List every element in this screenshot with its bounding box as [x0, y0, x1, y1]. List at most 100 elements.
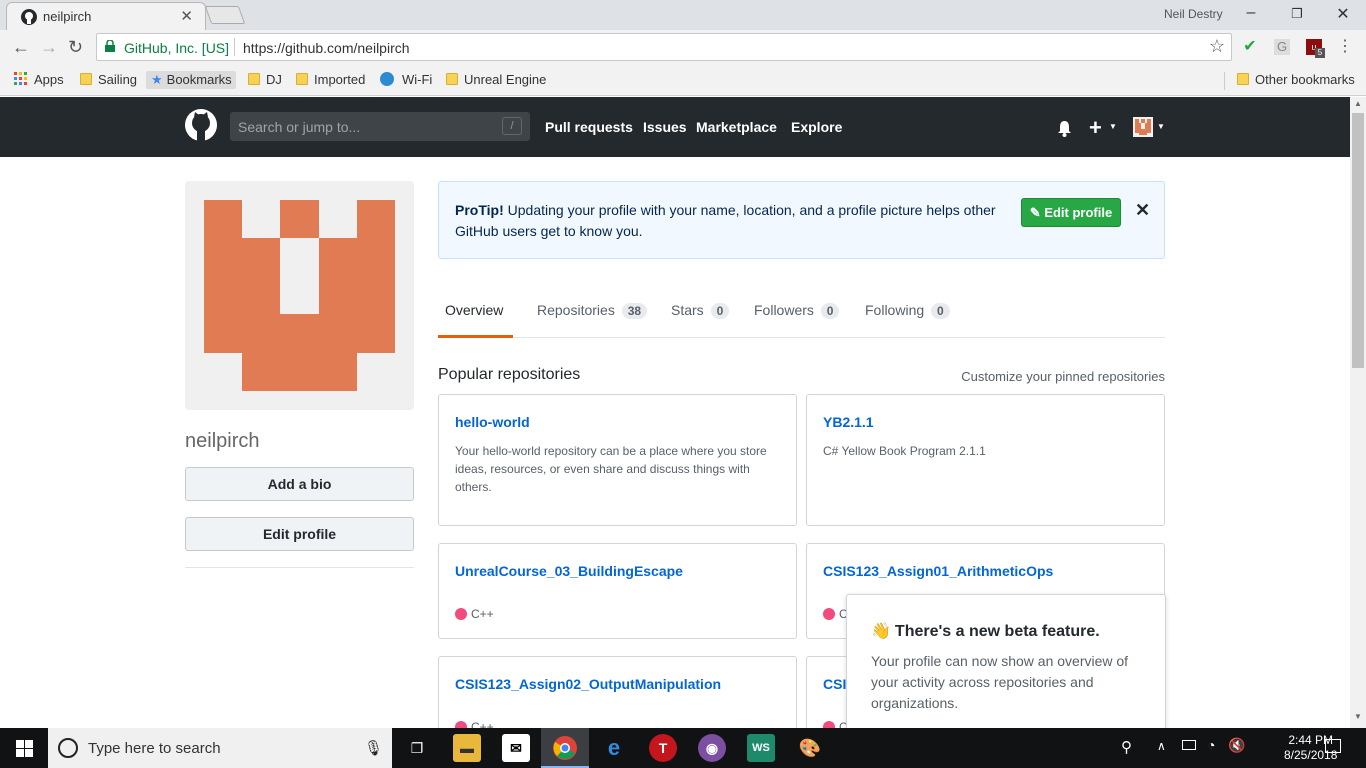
battery-icon[interactable]: [1182, 740, 1196, 750]
repo-name-link[interactable]: YB2.1.1: [823, 414, 874, 430]
tab-following[interactable]: Following 0: [865, 302, 950, 319]
paint-icon[interactable]: 🎨: [796, 734, 824, 762]
microphone-icon[interactable]: 🎙: [364, 739, 383, 757]
bookmark-apps[interactable]: Apps: [14, 71, 64, 89]
protip-text: ProTip! Updating your profile with your …: [455, 200, 1015, 242]
popular-repos-heading: Popular repositories: [438, 366, 581, 383]
bookmarks-divider: [1224, 72, 1225, 90]
windows-start-icon[interactable]: [16, 740, 33, 757]
nav-marketplace[interactable]: Marketplace: [696, 119, 777, 135]
github-octocat-icon[interactable]: [185, 109, 217, 141]
sidebar-divider: [185, 567, 414, 568]
user-avatar-icon[interactable]: [1133, 117, 1153, 137]
webstorm-icon[interactable]: WS: [747, 734, 775, 762]
bookmark-label: Wi-Fi: [402, 72, 433, 87]
restore-icon[interactable]: ❐: [1287, 6, 1307, 22]
repo-name-link[interactable]: hello-world: [455, 414, 530, 430]
repo-card: hello-world Your hello-world repository …: [438, 394, 797, 526]
grammarly-extension-icon[interactable]: G: [1274, 39, 1290, 55]
tab-close-icon[interactable]: ✕: [180, 7, 193, 25]
reload-icon[interactable]: ↻: [68, 37, 83, 58]
tab-counter: 0: [710, 303, 730, 319]
search-box[interactable]: /: [230, 112, 530, 141]
bookmark-label: Unreal Engine: [464, 72, 547, 87]
bookmark-dj[interactable]: DJ: [248, 71, 282, 89]
bookmark-imported[interactable]: Imported: [296, 71, 365, 89]
bookmarks-bar: Apps Sailing ★ Bookmarks DJ Imported Wi-F…: [0, 64, 1366, 96]
tab-overview[interactable]: Overview: [445, 302, 503, 318]
profile-avatar[interactable]: [185, 181, 414, 410]
page-scrollbar[interactable]: ▲ ▼: [1350, 97, 1366, 728]
scroll-up-arrow-icon[interactable]: ▲: [1354, 99, 1362, 108]
scrollbar-thumb[interactable]: [1352, 113, 1364, 368]
nav-pull-requests[interactable]: Pull requests: [545, 119, 633, 135]
window-close-icon[interactable]: ✕: [1333, 4, 1353, 24]
chrome-taskbar-slot[interactable]: [541, 728, 589, 768]
nav-issues[interactable]: Issues: [643, 119, 687, 135]
new-tab-button[interactable]: [204, 6, 246, 24]
forward-arrow-icon[interactable]: →: [40, 37, 58, 58]
customize-pinned-link[interactable]: Customize your pinned repositories: [900, 369, 1165, 384]
folder-icon: [1237, 73, 1249, 85]
bookmark-sailing[interactable]: Sailing: [80, 71, 137, 89]
wifi-icon[interactable]: ◔: [1207, 737, 1215, 753]
repo-name-link[interactable]: CSIS123_Assign02_OutputManipulation: [455, 676, 721, 692]
repo-name-link[interactable]: CSIS123_Assign01_ArithmeticOps: [823, 563, 1053, 579]
bookmark-unreal-engine[interactable]: Unreal Engine: [446, 71, 546, 89]
pencil-icon: ✎: [1029, 205, 1045, 220]
apps-grid-icon: [14, 72, 27, 85]
address-bar[interactable]: GitHub, Inc. [US] https://github.com/nei…: [96, 33, 1232, 61]
browser-tab[interactable]: neilpirch ✕: [6, 2, 206, 30]
bookmark-other[interactable]: Other bookmarks: [1237, 71, 1355, 89]
menu-dots-icon[interactable]: ⋮: [1337, 39, 1353, 55]
edge-icon[interactable]: e: [600, 734, 628, 762]
popover-title: 👋 There's a new beta feature.: [871, 621, 1100, 641]
browser-profile-name[interactable]: Neil Destry: [1164, 7, 1223, 21]
scroll-down-arrow-icon[interactable]: ▼: [1354, 712, 1362, 721]
volume-muted-icon[interactable]: 🔇: [1228, 737, 1245, 754]
bookmark-star-icon[interactable]: ☆: [1209, 36, 1225, 57]
bookmark-label: Other bookmarks: [1255, 72, 1355, 87]
minimize-icon[interactable]: –: [1241, 4, 1261, 22]
people-icon[interactable]: ⚲: [1121, 738, 1132, 756]
repo-card: UnrealCourse_03_BuildingEscape C++: [438, 543, 797, 639]
protip-close-icon[interactable]: ✕: [1135, 200, 1150, 221]
github-header: / Pull requests Issues Marketplace Explo…: [0, 97, 1350, 157]
bookmark-label: DJ: [266, 72, 282, 87]
language-color-dot: [455, 608, 467, 620]
edit-profile-button[interactable]: Edit profile: [185, 517, 414, 551]
address-separator: [234, 38, 235, 56]
star-icon: ★: [151, 72, 163, 87]
nav-explore[interactable]: Explore: [791, 119, 842, 135]
mail-icon[interactable]: ✉: [502, 734, 530, 762]
back-arrow-icon[interactable]: ←: [12, 37, 30, 58]
github-desktop-icon[interactable]: ◉: [698, 734, 726, 762]
profile-username: neilpirch: [185, 430, 260, 452]
protip-edit-profile-button[interactable]: ✎ Edit profile: [1021, 198, 1121, 227]
tab-counter: 0: [820, 303, 840, 319]
bell-icon[interactable]: [1057, 121, 1072, 137]
add-bio-button[interactable]: Add a bio: [185, 467, 414, 501]
tab-repositories[interactable]: Repositories 38: [537, 302, 648, 319]
plus-icon[interactable]: +: [1089, 115, 1102, 141]
repo-name-link[interactable]: UnrealCourse_03_BuildingEscape: [455, 563, 683, 579]
bookmark-label: Bookmarks: [166, 72, 232, 87]
protip-label: ProTip!: [455, 202, 504, 218]
tab-followers[interactable]: Followers 0: [754, 302, 840, 319]
tab-stars[interactable]: Stars 0: [671, 302, 730, 319]
bookmark-bookmarks[interactable]: ★ Bookmarks: [146, 71, 236, 89]
certificate-label[interactable]: GitHub, Inc. [US]: [124, 40, 229, 56]
t-app-icon[interactable]: T: [649, 734, 677, 762]
repo-language: C: [823, 607, 848, 621]
bookmark-wifi[interactable]: Wi-Fi: [380, 71, 432, 89]
file-explorer-icon[interactable]: ▬: [453, 734, 481, 762]
chevron-up-icon[interactable]: ∧: [1157, 739, 1166, 753]
url-text[interactable]: https://github.com/neilpirch: [243, 40, 410, 56]
identicon-image: [204, 200, 395, 391]
action-center-icon[interactable]: [1325, 739, 1341, 753]
checkmark-extension-icon[interactable]: ✔: [1242, 39, 1258, 55]
task-view-icon[interactable]: ❐: [403, 734, 431, 762]
search-input[interactable]: [230, 112, 490, 141]
bookmark-label: Apps: [34, 72, 64, 87]
taskbar-search-box[interactable]: Type here to search 🎙: [48, 728, 392, 768]
